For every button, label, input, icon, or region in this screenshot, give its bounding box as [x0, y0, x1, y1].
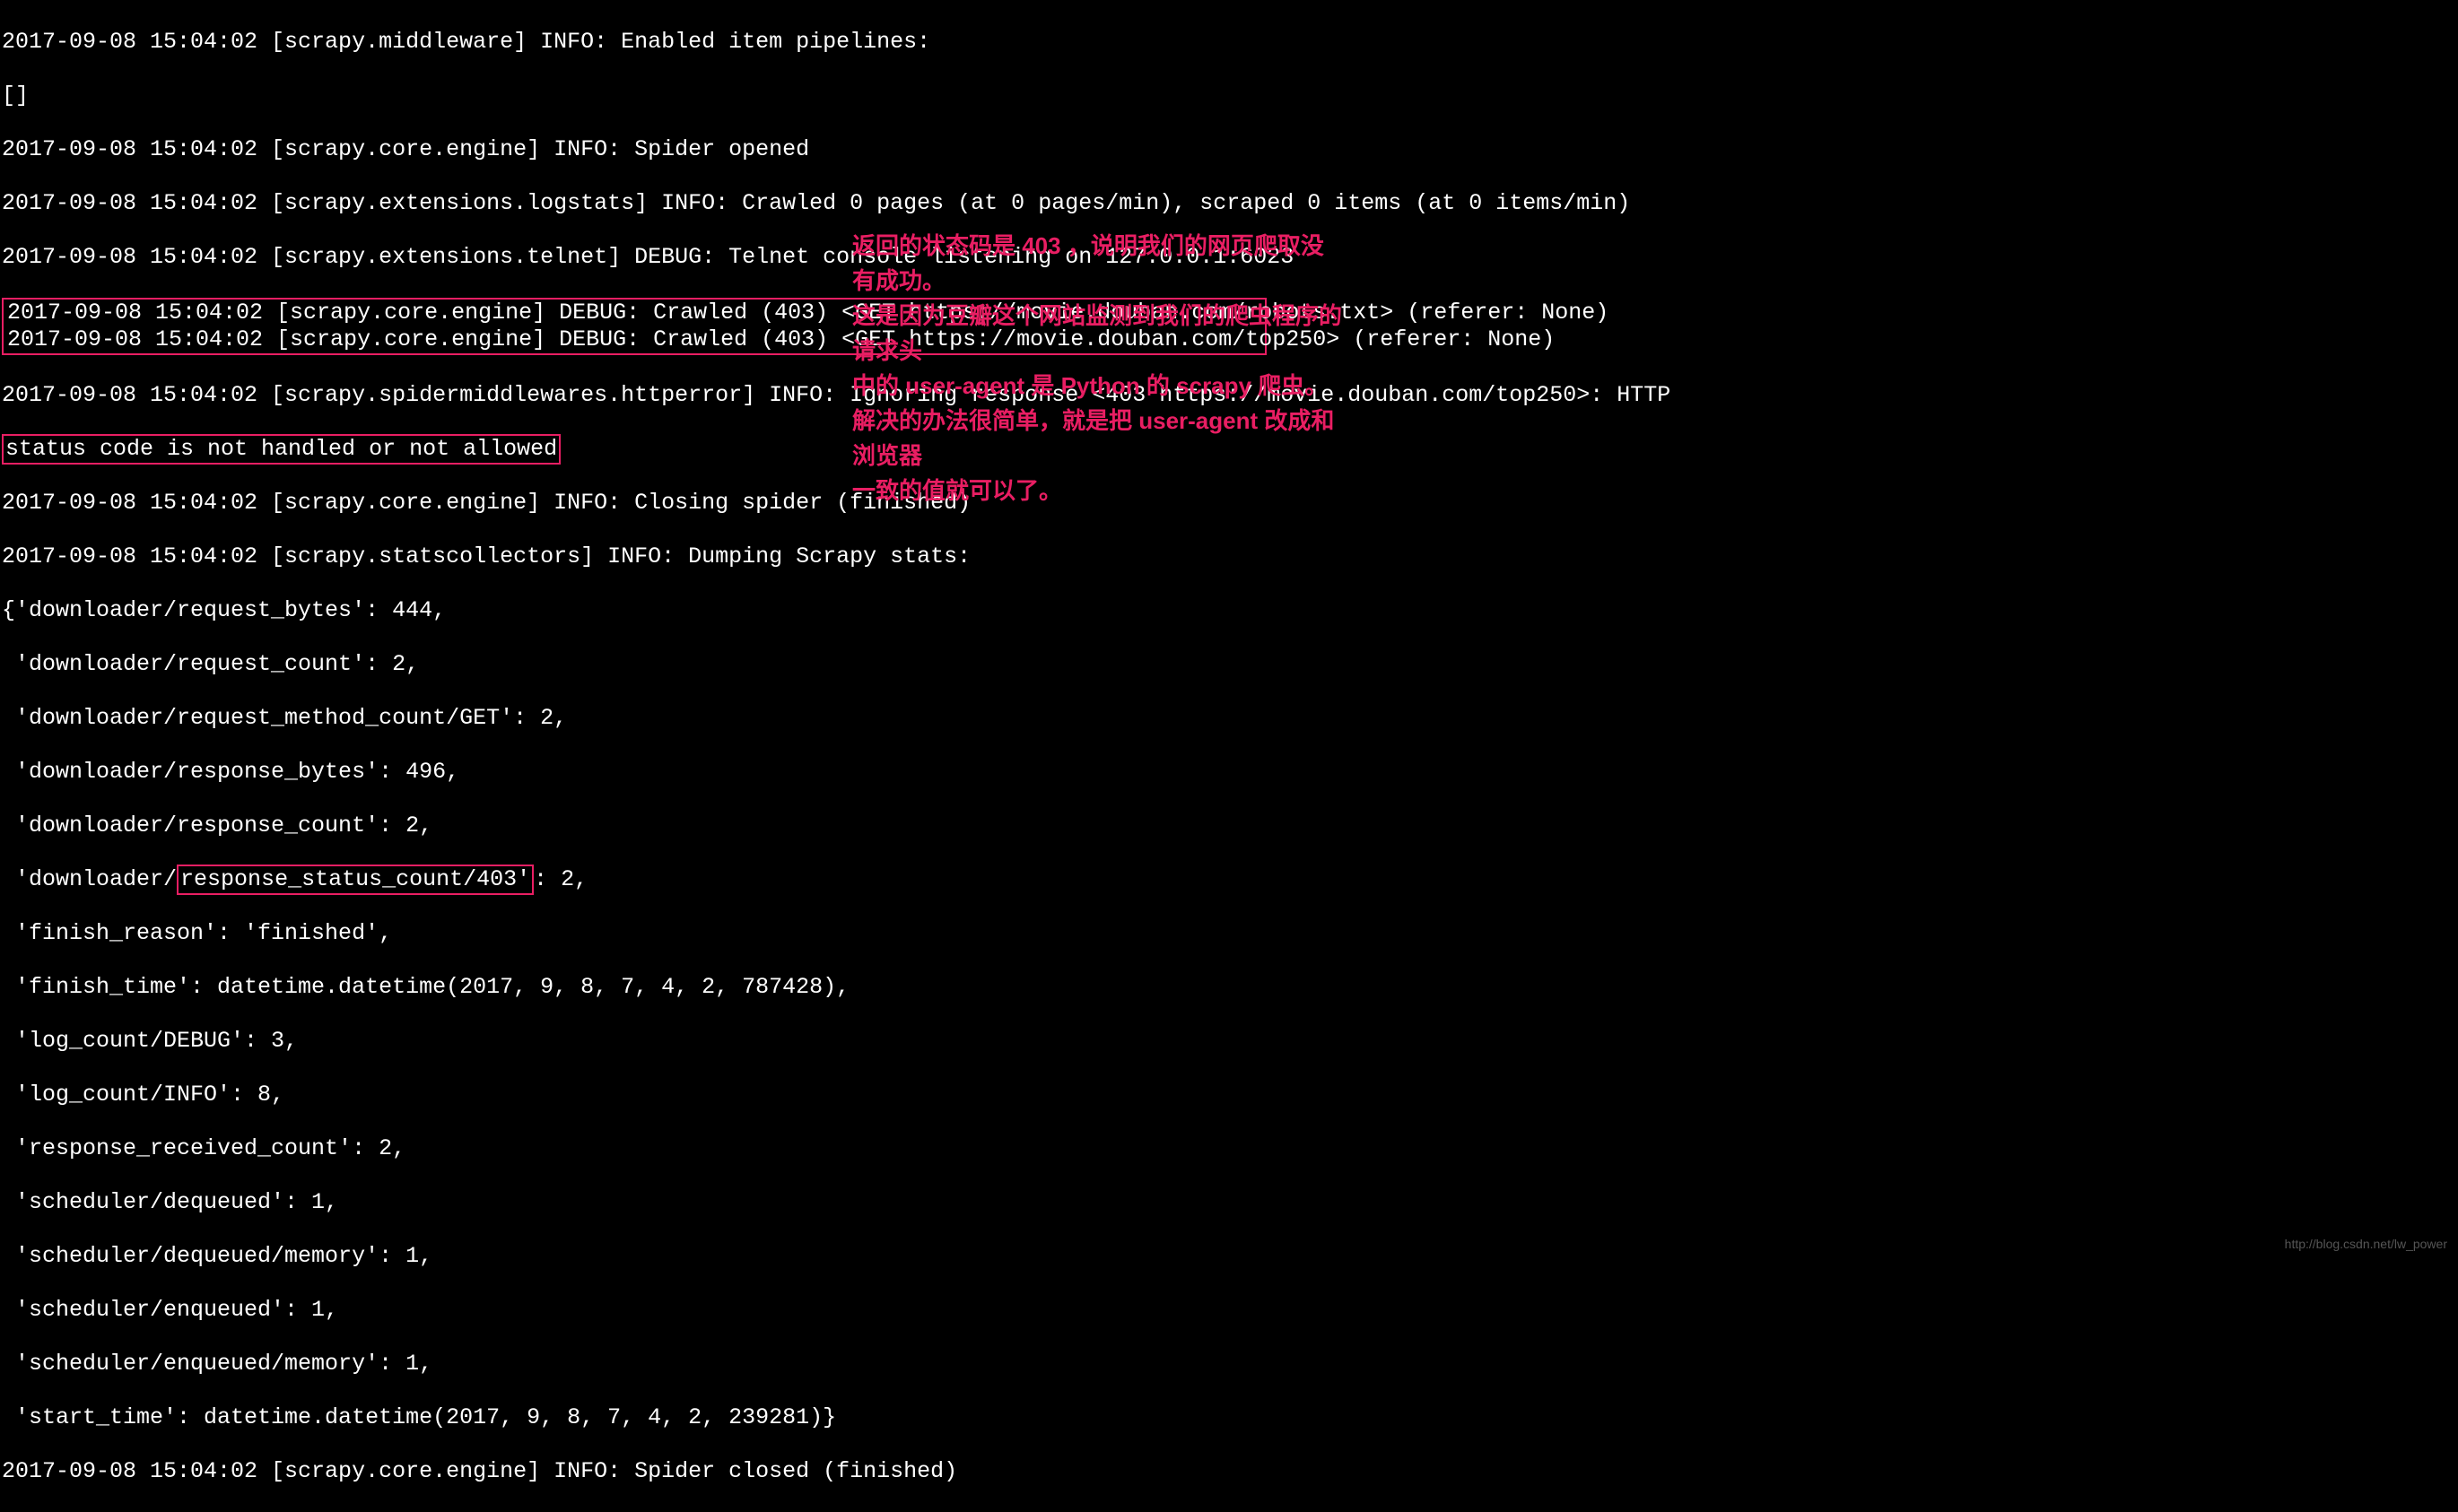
stat-line: 'log_count/INFO': 8, — [2, 1082, 2456, 1108]
annotation-line: 解决的办法很简单，就是把 user-agent 改成和浏览器 — [852, 404, 1346, 474]
annotation-line: 返回的状态码是 403 ，说明我们的网页爬取没有成功。 — [852, 229, 1346, 299]
stat-line: 'downloader/request_method_count/GET': 2… — [2, 705, 2456, 732]
stat-line: {'downloader/request_bytes': 444, — [2, 597, 2456, 624]
stat-line: 'scheduler/enqueued': 1, — [2, 1297, 2456, 1324]
stat-line: 'start_time': datetime.datetime(2017, 9,… — [2, 1404, 2456, 1431]
stat-line: 'finish_time': datetime.datetime(2017, 9… — [2, 974, 2456, 1001]
stat-line: 'response_received_count': 2, — [2, 1135, 2456, 1162]
highlighted-403-stat: response_status_count/403' — [177, 865, 534, 895]
stat-line: 'downloader/response_bytes': 496, — [2, 759, 2456, 786]
log-line: 2017-09-08 15:04:02 [scrapy.middleware] … — [2, 29, 2456, 56]
stat-line: 'scheduler/enqueued/memory': 1, — [2, 1351, 2456, 1377]
log-line: 2017-09-08 15:04:02 [scrapy.statscollect… — [2, 543, 2456, 570]
stat-line: 'downloader/response_count': 2, — [2, 812, 2456, 839]
log-line: [] — [2, 83, 2456, 109]
highlighted-status-text: status code is not handled or not allowe… — [2, 434, 561, 465]
log-line: 2017-09-08 15:04:02 [scrapy.core.engine]… — [2, 136, 2456, 163]
stat-line: 'downloader/request_count': 2, — [2, 651, 2456, 678]
annotation-comment: 返回的状态码是 403 ，说明我们的网页爬取没有成功。 这是因为豆瓣这个网站监测… — [852, 229, 1346, 508]
log-line: 2017-09-08 15:04:02 [scrapy.extensions.l… — [2, 190, 2456, 217]
stat-prefix: 'downloader/ — [2, 866, 177, 892]
watermark: http://blog.csdn.net/lw_power — [2285, 1237, 2447, 1252]
stat-line: 'log_count/DEBUG': 3, — [2, 1028, 2456, 1055]
stat-suffix: : 2, — [534, 866, 588, 892]
annotation-line: 中的 user-agent 是 Python 的 scrapy 爬虫。 — [852, 369, 1346, 404]
stat-line: 'finish_reason': 'finished', — [2, 920, 2456, 947]
annotation-line: 这是因为豆瓣这个网站监测到我们的爬虫程序的请求头 — [852, 299, 1346, 369]
log-line: 2017-09-08 15:04:02 [scrapy.core.engine]… — [2, 1458, 2456, 1485]
stat-line: 'downloader/response_status_count/403': … — [2, 866, 2456, 893]
annotation-line: 一致的值就可以了。 — [852, 474, 1346, 508]
stat-line: 'scheduler/dequeued/memory': 1, — [2, 1243, 2456, 1270]
stat-line: 'scheduler/dequeued': 1, — [2, 1189, 2456, 1216]
